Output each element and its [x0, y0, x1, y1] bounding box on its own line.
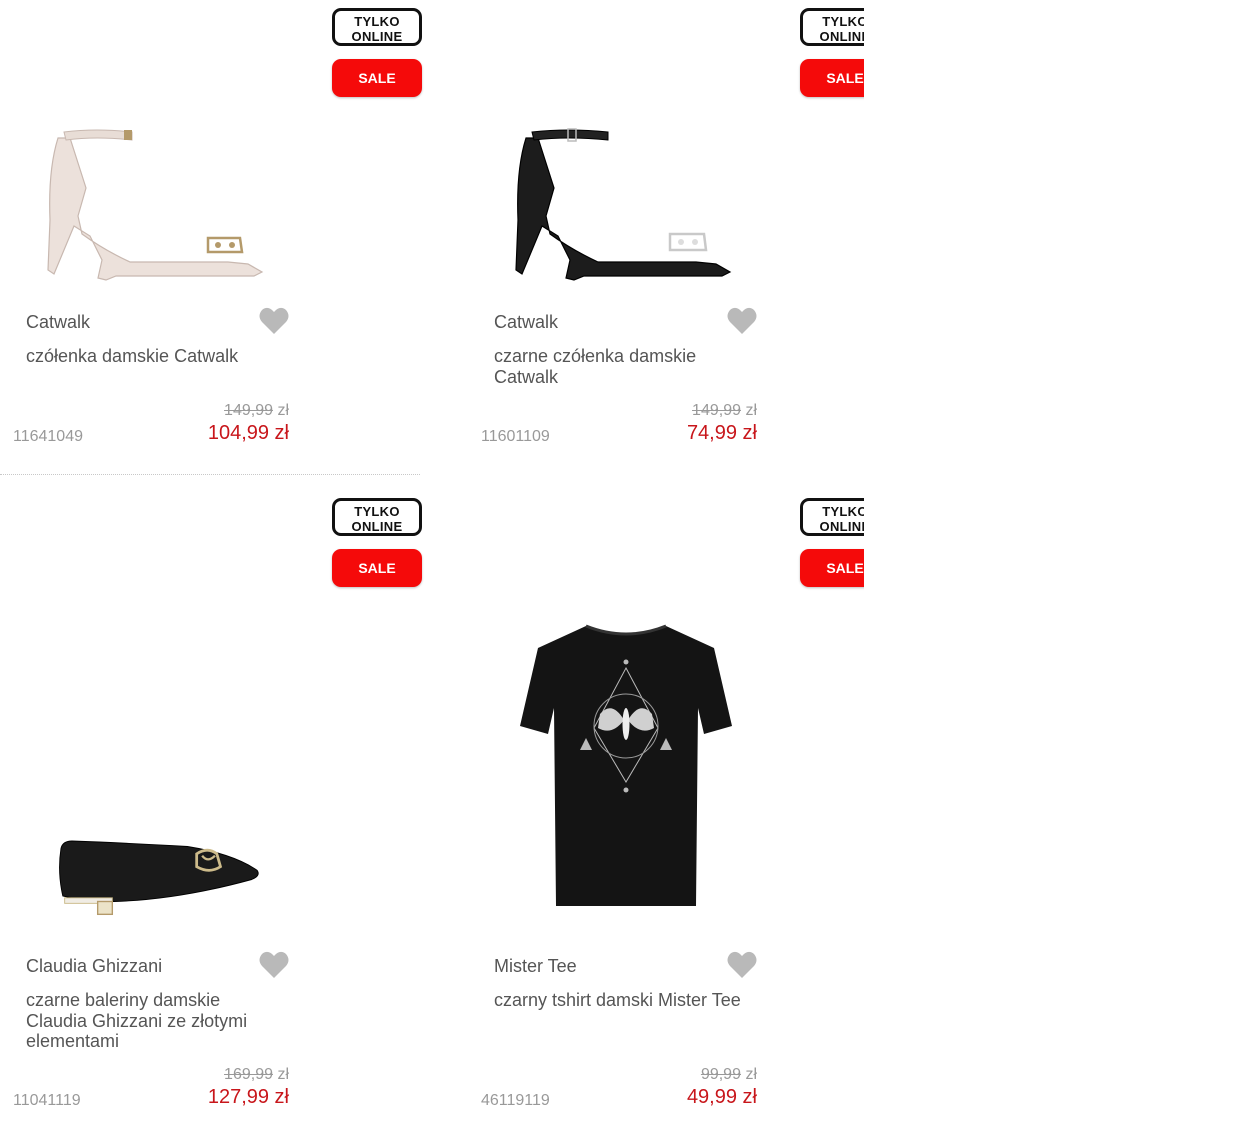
sale-price: 74,99 zł	[686, 422, 757, 444]
old-price: 99,99 zł	[701, 1066, 757, 1084]
old-price-value: 149,99	[224, 402, 273, 419]
product-brand[interactable]: Catwalk	[494, 312, 558, 333]
old-price: 169,99 zł	[224, 1066, 289, 1084]
black-ballerina-shoe-icon	[59, 840, 259, 916]
product-card[interactable]: TYLKO ONLINE SALE Catwalk czółenka damski…	[0, 0, 422, 475]
black-tshirt-icon	[520, 624, 732, 906]
sale-price: 127,99 zł	[207, 1086, 289, 1108]
product-sku: 11041119	[13, 1092, 81, 1109]
product-image[interactable]	[40, 110, 280, 290]
badge-line: ONLINE	[819, 519, 864, 534]
sale-price: 49,99 zł	[686, 1086, 757, 1108]
badge-line: TYLKO	[354, 504, 400, 519]
product-title[interactable]: czarny tshirt damski Mister Tee	[494, 990, 754, 1011]
sale-badge: SALE	[332, 549, 422, 587]
heart-icon[interactable]	[258, 950, 290, 980]
currency-label: zł	[277, 1066, 289, 1083]
currency-label: zł	[745, 402, 757, 419]
old-price-value: 149,99	[692, 402, 741, 419]
product-card[interactable]: TYLKOONLINE SALE Mister Tee czarny tshir…	[468, 490, 864, 1128]
product-title[interactable]: czółenka damskie Catwalk	[26, 346, 286, 367]
online-only-badge: TYLKOONLINE	[800, 498, 864, 536]
badge-line: TYLKO	[822, 14, 864, 29]
black-pump-shoe-icon	[515, 128, 732, 281]
old-price: 149,99 zł	[692, 402, 757, 420]
product-card[interactable]: TYLKOONLINE SALE Catwalk czarne czółenka…	[468, 0, 864, 470]
sale-badge: SALE	[800, 549, 864, 587]
sale-price: 104,99 zł	[207, 422, 289, 444]
badge-line: TYLKO	[822, 504, 864, 519]
product-brand[interactable]: Mister Tee	[494, 956, 577, 977]
old-price: 149,99 zł	[224, 402, 289, 420]
badge-line: ONLINE	[819, 29, 864, 44]
heart-icon[interactable]	[258, 306, 290, 336]
online-only-badge: TYLKOONLINE	[800, 8, 864, 46]
product-title[interactable]: czarne baleriny damskie Claudia Ghizzani…	[26, 990, 286, 1052]
product-sku: 11601109	[481, 428, 550, 445]
sale-badge: SALE	[332, 59, 422, 97]
old-price-value: 99,99	[700, 1066, 741, 1083]
badge-line: ONLINE	[351, 519, 403, 534]
sale-badge: SALE	[800, 59, 864, 97]
product-image[interactable]	[508, 618, 748, 918]
online-only-badge: TYLKOONLINE	[332, 498, 422, 536]
product-image[interactable]	[508, 110, 748, 290]
product-brand[interactable]: Claudia Ghizzani	[26, 956, 162, 977]
product-title[interactable]: czarne czółenka damskie Catwalk	[494, 346, 754, 387]
heart-icon[interactable]	[726, 950, 758, 980]
badge-line: TYLKO	[354, 14, 400, 29]
currency-label: zł	[745, 1066, 757, 1083]
product-card[interactable]: TYLKO ONLINE SALE Claudia Ghizzani czarne…	[0, 490, 422, 1128]
old-price-value: 169,99	[224, 1066, 273, 1083]
product-image[interactable]	[40, 830, 280, 940]
online-only-badge: TYLKOONLINE	[332, 8, 422, 46]
product-sku: 11641049	[13, 428, 83, 445]
divider	[0, 474, 420, 475]
heart-icon[interactable]	[726, 306, 758, 336]
beige-pump-shoe-icon	[47, 129, 264, 281]
product-sku: 46119119	[481, 1092, 550, 1109]
product-brand[interactable]: Catwalk	[26, 312, 90, 333]
currency-label: zł	[277, 402, 289, 419]
badge-line: ONLINE	[351, 29, 403, 44]
